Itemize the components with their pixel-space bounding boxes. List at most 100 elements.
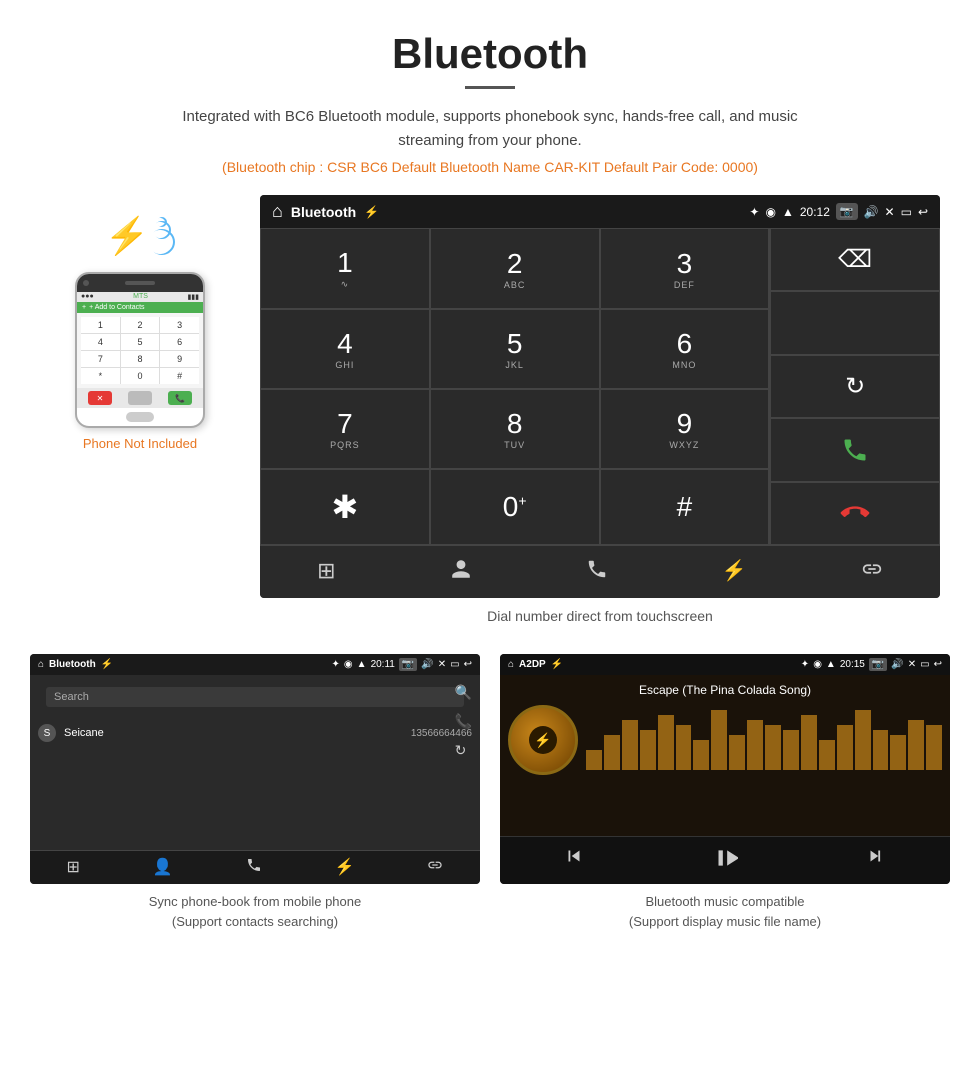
bluetooth-icon[interactable]: ⚡ xyxy=(722,558,747,586)
pb-time: 20:11 xyxy=(371,659,395,670)
pb-cam-icon[interactable]: 📷 xyxy=(399,658,417,671)
pb-search-placeholder: Search xyxy=(54,691,89,703)
phone-key-star[interactable]: * xyxy=(81,368,120,384)
phone-home-btn[interactable] xyxy=(126,412,154,422)
key-5[interactable]: 5JKL xyxy=(430,309,600,389)
music-close-icon[interactable]: ✕ xyxy=(908,659,916,670)
music-cam-icon[interactable]: 📷 xyxy=(869,658,887,671)
pb-vol-icon[interactable]: 🔊 xyxy=(421,659,433,670)
music-home-icon[interactable]: ⌂ xyxy=(508,659,514,670)
pb-bluetooth-icon[interactable]: ⚡ xyxy=(335,857,355,878)
phonebook-panel: ⌂ Bluetooth ⚡ ✦ ◉ ▲ 20:11 📷 🔊 ✕ ▭ ↩ xyxy=(30,654,480,931)
phone-carrier: ●●● xyxy=(81,293,94,301)
volume-icon[interactable]: 🔊 xyxy=(864,205,879,219)
pb-call-icon[interactable]: 📞 xyxy=(455,713,472,730)
key-6[interactable]: 6MNO xyxy=(600,309,770,389)
eq-bar xyxy=(783,730,799,770)
eq-bar xyxy=(819,740,835,770)
phone-call-btn[interactable]: 📞 xyxy=(168,391,192,405)
key-star[interactable]: ✱ xyxy=(260,469,430,545)
next-track-btn[interactable] xyxy=(865,845,887,876)
key-1[interactable]: 1∿ xyxy=(260,228,430,309)
key-8[interactable]: 8TUV xyxy=(430,389,600,469)
music-caption-line2: (Support display music file name) xyxy=(629,914,821,929)
play-pause-btn[interactable] xyxy=(712,845,738,876)
phone-menu-btn[interactable] xyxy=(128,391,152,405)
phone-icon[interactable] xyxy=(586,558,608,586)
refresh-btn[interactable]: ↻ xyxy=(770,355,940,418)
keypad-right-panel: ⌫ ↻ xyxy=(770,228,940,545)
dial-bottom-bar: ⊞ ⚡ xyxy=(260,545,940,598)
bottom-section: ⌂ Bluetooth ⚡ ✦ ◉ ▲ 20:11 📷 🔊 ✕ ▭ ↩ xyxy=(0,644,980,951)
contacts-icon[interactable] xyxy=(450,558,472,586)
phone-key-8[interactable]: 8 xyxy=(121,351,160,367)
keypad-grid: 1∿ 2ABC 3DEF 4GHI 5JKL 6MNO 7PQRS 8TUV 9… xyxy=(260,228,770,545)
key-0[interactable]: 0+ xyxy=(430,469,600,545)
phone-key-hash[interactable]: # xyxy=(160,368,199,384)
phone-key-7[interactable]: 7 xyxy=(81,351,120,367)
phone-key-0[interactable]: 0 xyxy=(121,368,160,384)
signal-icon: ▲ xyxy=(782,205,794,219)
key-2[interactable]: 2ABC xyxy=(430,228,600,309)
key-4[interactable]: 4GHI xyxy=(260,309,430,389)
pb-back-icon[interactable]: ↩ xyxy=(464,659,472,670)
pb-search-bar[interactable]: Search xyxy=(46,687,464,707)
pb-search-icon[interactable]: 🔍 xyxy=(455,684,472,701)
call-red-btn[interactable] xyxy=(770,482,940,545)
eq-bar xyxy=(747,720,763,770)
phone-end-btn[interactable]: ✕ xyxy=(88,391,112,405)
key-9[interactable]: 9WXYZ xyxy=(600,389,770,469)
music-title: A2DP xyxy=(519,659,546,670)
pb-user-icon[interactable]: 👤 xyxy=(153,857,173,878)
phone-speaker xyxy=(125,281,155,285)
pb-phone-icon[interactable] xyxy=(246,857,262,878)
eq-bar xyxy=(837,725,853,770)
music-vol-icon[interactable]: 🔊 xyxy=(891,659,903,670)
close-icon[interactable]: ✕ xyxy=(885,205,895,219)
camera-icon[interactable]: 📷 xyxy=(836,203,858,220)
music-back-icon[interactable]: ↩ xyxy=(934,659,942,670)
key-3[interactable]: 3DEF xyxy=(600,228,770,309)
music-main: Escape (The Pina Colada Song) ⚡ xyxy=(500,675,950,836)
contact-name: Seicane xyxy=(64,727,403,739)
pb-home-icon[interactable]: ⌂ xyxy=(38,659,44,670)
music-content-row: ⚡ xyxy=(508,705,942,775)
phone-key-9[interactable]: 9 xyxy=(160,351,199,367)
music-time: 20:15 xyxy=(840,659,865,670)
key-7[interactable]: 7PQRS xyxy=(260,389,430,469)
bt-wifi-illustration: ⚡ xyxy=(105,215,176,257)
phone-key-6[interactable]: 6 xyxy=(160,334,199,350)
home-icon[interactable]: ⌂ xyxy=(272,201,283,222)
music-song-title: Escape (The Pina Colada Song) xyxy=(639,683,811,697)
music-win-icon[interactable]: ▭ xyxy=(920,659,929,670)
window-icon[interactable]: ▭ xyxy=(901,205,912,219)
plus-icon: + xyxy=(82,304,86,311)
prev-track-btn[interactable] xyxy=(563,845,585,876)
page-header: Bluetooth Integrated with BC6 Bluetooth … xyxy=(0,0,980,185)
phone-key-5[interactable]: 5 xyxy=(121,334,160,350)
backspace-btn[interactable]: ⌫ xyxy=(770,228,940,291)
pb-sync-icon[interactable]: ↻ xyxy=(455,742,472,759)
music-bt-icon: ✦ xyxy=(801,659,809,670)
dial-screen: ⌂ Bluetooth ⚡ ✦ ◉ ▲ 20:12 📷 🔊 ✕ ▭ ↩ xyxy=(260,195,940,598)
pb-win-icon[interactable]: ▭ xyxy=(450,659,459,670)
phone-key-2[interactable]: 2 xyxy=(121,317,160,333)
pb-bottom-wrapper: ⊞ 👤 ⚡ xyxy=(30,850,480,884)
pb-grid-icon[interactable]: ⊞ xyxy=(66,857,79,878)
call-green-btn[interactable] xyxy=(770,418,940,481)
back-icon[interactable]: ↩ xyxy=(918,205,928,219)
link-icon[interactable] xyxy=(861,558,883,586)
eq-bar xyxy=(855,710,871,770)
pb-link-icon[interactable] xyxy=(427,857,443,878)
pb-contact-row: S Seicane 13566664466 xyxy=(30,719,480,747)
grid-icon[interactable]: ⊞ xyxy=(317,558,335,586)
eq-bar xyxy=(676,725,692,770)
phone-camera xyxy=(83,280,89,286)
pb-close-icon[interactable]: ✕ xyxy=(438,659,446,670)
music-loc-icon: ◉ xyxy=(813,659,822,670)
phone-key-3[interactable]: 3 xyxy=(160,317,199,333)
key-hash[interactable]: # xyxy=(600,469,770,545)
pb-status-bar: ⌂ Bluetooth ⚡ ✦ ◉ ▲ 20:11 📷 🔊 ✕ ▭ ↩ xyxy=(30,654,480,675)
phone-key-4[interactable]: 4 xyxy=(81,334,120,350)
phone-key-1[interactable]: 1 xyxy=(81,317,120,333)
